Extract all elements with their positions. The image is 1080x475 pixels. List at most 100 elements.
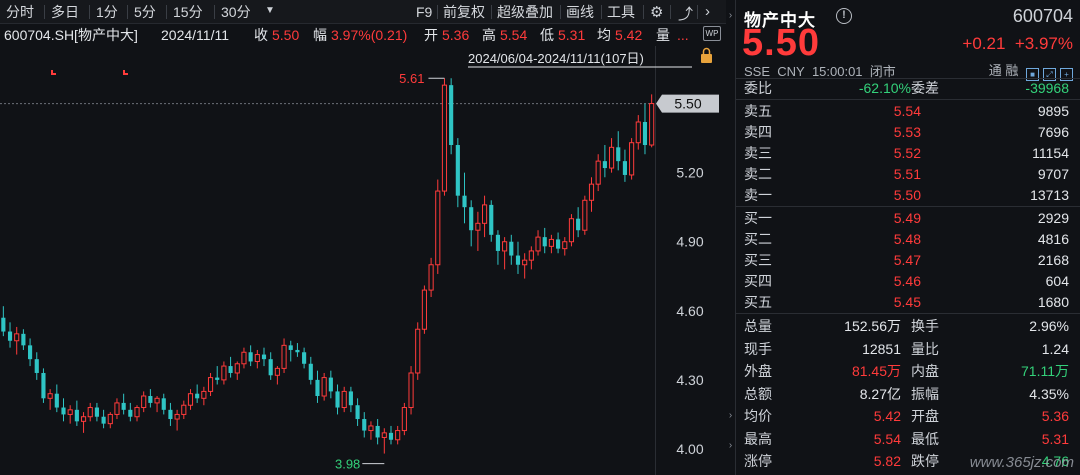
candle-body-down [195, 393, 200, 399]
ask-level-row[interactable]: 卖四 5.53 7696 [736, 122, 1080, 143]
candle-body-up [181, 404, 187, 415]
candle-body-down [616, 147, 621, 162]
candle-body-up [107, 413, 113, 425]
candle-body-down [348, 391, 353, 406]
wp-badge[interactable]: WP [703, 26, 721, 41]
divider [601, 5, 602, 19]
period-tab-30min[interactable]: 30分 [221, 4, 251, 20]
candle-body-up [481, 204, 488, 224]
level-price: 5.52 [893, 145, 921, 161]
period-tab-15min[interactable]: 15分 [173, 4, 203, 20]
candle-body-up [435, 190, 441, 266]
gear-icon[interactable]: ⚙ [650, 3, 663, 21]
candle-body-down [576, 218, 581, 231]
candle-body-down [288, 345, 293, 350]
level-price: 5.53 [893, 124, 921, 140]
candle-body-up [582, 199, 588, 231]
adjust-button[interactable]: 前复权 [443, 4, 485, 20]
candle-body-down [302, 352, 307, 364]
ask-level-row[interactable]: 卖一 5.50 13713 [736, 185, 1080, 206]
candle-body-up [401, 407, 407, 432]
kline-chart[interactable]: 2024/06/04-2024/11/11(107日) 5.20 4.90 4.60 4… [0, 46, 726, 475]
level-volume: 4816 [1037, 231, 1069, 247]
bid-level-row[interactable]: 买四 5.46 604 [736, 271, 1080, 292]
candle-body-down [375, 425, 380, 438]
info-icon[interactable]: ! [836, 8, 852, 24]
level-volume: 2929 [1037, 210, 1069, 226]
expand-panel-arrow[interactable]: › [726, 440, 735, 451]
draw-line-button[interactable]: 画线 [566, 4, 594, 20]
triangle-down-icon[interactable]: ▼ [265, 5, 275, 16]
f9-button[interactable]: F9 [416, 4, 432, 20]
bid-level-row[interactable]: 买二 5.48 4816 [736, 229, 1080, 250]
ask-level-row[interactable]: 卖二 5.51 9707 [736, 164, 1080, 185]
ratio-label: 委比 [744, 80, 772, 96]
stat-value: 8.27亿 [859, 385, 901, 402]
candle-body-down [161, 398, 166, 410]
candle-body-up [80, 416, 87, 422]
candle-body-up [281, 344, 287, 369]
candle-body-down [642, 121, 648, 146]
stat-label: 总额 [744, 385, 772, 402]
level-label: 卖一 [744, 187, 772, 203]
candle-body-up [87, 407, 93, 418]
kline-svg[interactable]: 2024/06/04-2024/11/11(107日) 5.20 4.90 4.60 4… [0, 46, 726, 475]
candle-body-down [1, 317, 6, 332]
candle-body-up [187, 393, 194, 406]
stats-row: 总额 8.27亿 振幅 4.35% [736, 384, 1080, 405]
bid-level-row[interactable]: 买一 5.49 2929 [736, 208, 1080, 229]
ask-level-row[interactable]: 卖五 5.54 9895 [736, 101, 1080, 122]
candle-body-down [455, 145, 460, 196]
period-tab-5min[interactable]: 5分 [134, 4, 156, 20]
candle-body-down [315, 379, 320, 397]
level-volume: 604 [1045, 273, 1069, 289]
status-label: 闭市 [869, 64, 896, 79]
candle-body-down [295, 349, 300, 353]
level-volume: 7696 [1037, 124, 1069, 140]
expand-panel-arrow[interactable]: › [726, 410, 735, 421]
candle-body-up [234, 363, 240, 374]
stat-value: 5.31 [1041, 430, 1069, 447]
high-label: 高 [482, 27, 496, 43]
bid-level-row[interactable]: 买三 5.47 2168 [736, 250, 1080, 271]
candle-body-down [101, 416, 106, 424]
collapse-panel-arrow[interactable]: › [726, 10, 735, 21]
level-volume: 9707 [1037, 166, 1069, 182]
candle-body-down [94, 407, 99, 417]
ask-level-row[interactable]: 卖三 5.52 11154 [736, 143, 1080, 164]
period-tab-multiday[interactable]: 多日 [51, 4, 79, 20]
y-tick-label: 4.30 [676, 372, 703, 388]
candle-body-down [41, 372, 46, 399]
level-label: 卖三 [744, 145, 772, 161]
date-range-label: 2024/06/04-2024/11/11(107日) [468, 51, 644, 66]
level-label: 卖五 [744, 103, 772, 119]
low-value: 5.31 [558, 27, 586, 43]
tools-button[interactable]: 工具 [607, 4, 635, 20]
stat-value: 71.11万 [1021, 363, 1069, 379]
period-tab-1min[interactable]: 1分 [96, 4, 118, 20]
candle-body-up [47, 393, 53, 399]
candle-body-up [381, 432, 387, 438]
candle-body-down [121, 402, 126, 410]
overlay-button[interactable]: 超级叠加 [497, 4, 553, 20]
level-label: 买四 [744, 273, 772, 289]
candle-body-down [248, 352, 253, 362]
ratio-value: -62.10% [858, 80, 911, 96]
divider [89, 5, 90, 19]
diff-label: 委差 [911, 80, 939, 96]
share-icon[interactable]: ⤴ [678, 3, 693, 24]
bid-level-row[interactable]: 买五 5.45 1680 [736, 292, 1080, 313]
open-value: 5.36 [442, 27, 470, 43]
period-tab-intraday[interactable]: 分时 [6, 4, 34, 20]
chevron-right-icon[interactable]: › [705, 3, 710, 20]
stat-label: 振幅 [911, 385, 939, 402]
stat-label: 换手 [911, 318, 939, 334]
candle-body-up [207, 377, 214, 392]
candle-body-up [254, 354, 260, 362]
divider [437, 5, 438, 19]
price-change: +0.21 +3.97% [962, 34, 1073, 54]
stat-value: 5.42 [873, 408, 901, 424]
stats-row: 最高 5.54 最低 5.31 [736, 429, 1080, 450]
candle-body-up [395, 430, 401, 441]
open-label: 开 [424, 27, 438, 43]
